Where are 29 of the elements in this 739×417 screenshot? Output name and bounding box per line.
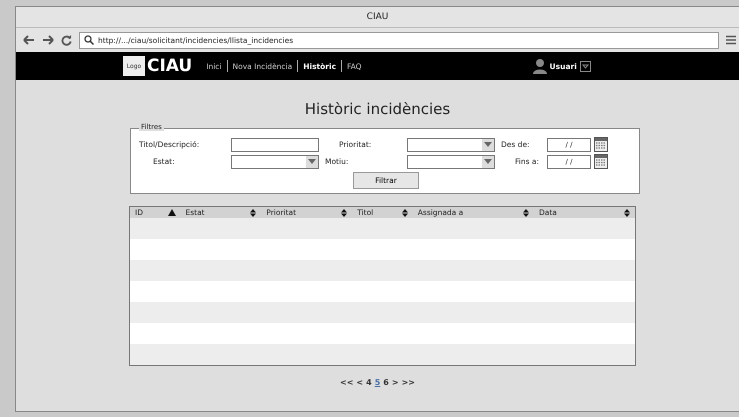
sort-icon[interactable] bbox=[341, 208, 348, 216]
select-field[interactable] bbox=[407, 154, 495, 168]
sort-icon[interactable] bbox=[624, 208, 630, 216]
search-icon bbox=[84, 35, 94, 45]
page-link[interactable]: < bbox=[356, 378, 364, 387]
sort-icon[interactable] bbox=[522, 208, 529, 216]
select-field[interactable] bbox=[231, 154, 319, 168]
page-link[interactable]: 4 bbox=[366, 378, 372, 387]
menu-icon[interactable] bbox=[726, 35, 736, 45]
select-field[interactable] bbox=[407, 138, 495, 152]
page-link[interactable]: 5 bbox=[374, 378, 380, 387]
page-link[interactable]: 6 bbox=[383, 378, 389, 387]
back-icon[interactable] bbox=[23, 35, 35, 45]
user-icon bbox=[532, 58, 547, 74]
sort-icon[interactable] bbox=[402, 208, 408, 216]
brand-name: CIAU bbox=[147, 56, 192, 76]
page-link[interactable]: >> bbox=[402, 378, 415, 387]
forward-icon[interactable] bbox=[42, 35, 54, 45]
text-field[interactable] bbox=[231, 138, 319, 152]
sort-icon[interactable] bbox=[250, 208, 256, 216]
page-heading: Històric incidències bbox=[304, 100, 450, 118]
dropdown-icon[interactable] bbox=[580, 60, 591, 72]
sort-ascending-icon[interactable] bbox=[168, 209, 176, 216]
reload-icon[interactable] bbox=[61, 34, 72, 46]
calendar-icon[interactable] bbox=[594, 137, 608, 152]
page-link[interactable]: > bbox=[392, 378, 399, 387]
window-title: CIAU bbox=[366, 12, 388, 22]
page-link[interactable]: << bbox=[340, 378, 354, 387]
calendar-icon[interactable] bbox=[594, 154, 608, 169]
